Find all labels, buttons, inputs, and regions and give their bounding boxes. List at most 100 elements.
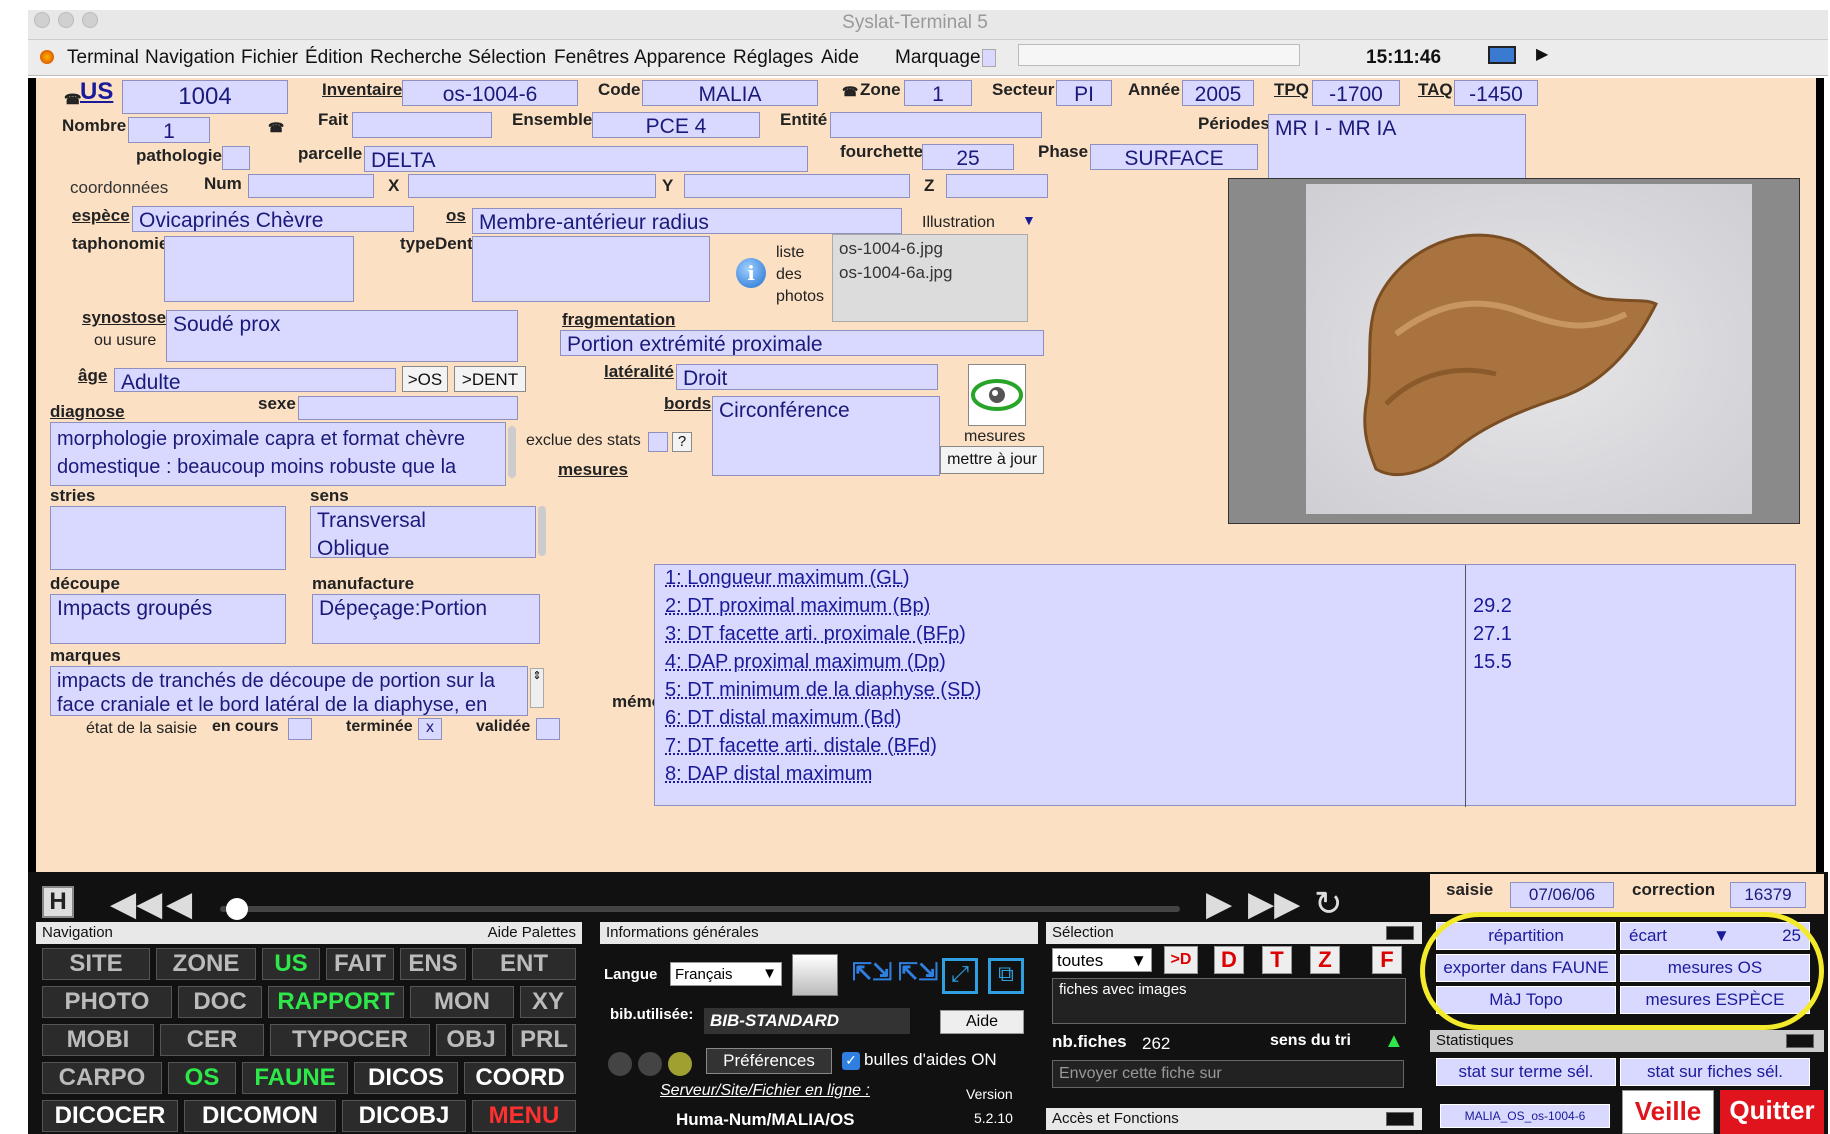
nav-typocer-button[interactable]: TYPOCER <box>270 1024 430 1056</box>
marques-stepper[interactable]: ⇕ <box>530 668 544 708</box>
secteur-field[interactable]: PI <box>1056 80 1112 106</box>
menu-navigation[interactable]: Navigation <box>145 47 235 69</box>
nav-carpo-button[interactable]: CARPO <box>42 1062 162 1094</box>
mesure-row[interactable]: 2: DT proximal maximum (Bp) <box>665 595 930 618</box>
to-os-button[interactable]: >OS <box>402 366 448 392</box>
saisie-date-field[interactable]: 07/06/06 <box>1510 882 1614 908</box>
tpq-field[interactable]: -1700 <box>1312 80 1400 106</box>
selection-mode-select[interactable]: toutes ▼ <box>1052 948 1152 972</box>
maximize-icon[interactable]: ⤢ <box>942 958 978 994</box>
manufacture-field[interactable]: Dépeçage:Portion <box>312 594 540 644</box>
nav-dicomon-button[interactable]: DICOMON <box>184 1100 336 1132</box>
nav-fait-button[interactable]: FAIT <box>326 948 394 980</box>
aide-button[interactable]: Aide <box>940 1010 1024 1034</box>
nav-dicocer-button[interactable]: DICOCER <box>42 1100 178 1132</box>
nav-prl-button[interactable]: PRL <box>512 1024 576 1056</box>
age-label[interactable]: âge <box>78 366 107 386</box>
nav-xy-button[interactable]: XY <box>520 986 576 1018</box>
correction-field[interactable]: 16379 <box>1730 882 1806 908</box>
inventaire-field[interactable]: os-1004-6 <box>402 80 578 106</box>
z-button[interactable]: Z <box>1310 946 1340 974</box>
photo-item[interactable]: os-1004-6.jpg <box>833 235 1027 263</box>
nav-dicos-button[interactable]: DICOS <box>354 1062 458 1094</box>
taphonomie-field[interactable] <box>164 236 354 302</box>
taq-label[interactable]: TAQ <box>1418 80 1453 100</box>
illustration-label[interactable]: Illustration <box>922 214 995 232</box>
exclue-help-button[interactable]: ? <box>672 432 692 452</box>
statistiques-collapse-icon[interactable] <box>1786 1034 1814 1048</box>
entite-field[interactable] <box>830 112 1042 138</box>
nav-mon-button[interactable]: MON <box>410 986 514 1018</box>
nav-site-button[interactable]: SITE <box>42 948 150 980</box>
periodes-field[interactable]: MR I - MR IA <box>1268 114 1526 180</box>
menu-marquage[interactable]: Marquage <box>895 47 981 69</box>
nav-os-button[interactable]: OS <box>168 1062 236 1094</box>
split-icon[interactable]: ⧉ <box>988 958 1024 994</box>
code-field[interactable]: MALIA <box>642 80 818 106</box>
nav-ens-button[interactable]: ENS <box>400 948 466 980</box>
menu-fichier[interactable]: Fichier <box>241 47 298 69</box>
mesure-row[interactable]: 1: Longueur maximum (GL) <box>665 567 910 590</box>
sexe-field[interactable] <box>298 396 518 420</box>
serveur-link[interactable]: Serveur/Site/Fichier en ligne : <box>660 1082 870 1100</box>
mesures-label[interactable]: mesures <box>558 460 628 480</box>
nav-obj-button[interactable]: OBJ <box>436 1024 506 1056</box>
espece-field[interactable]: Ovicaprinés Chèvre <box>132 206 414 232</box>
bulles-checkbox[interactable]: ✓ <box>842 1052 860 1070</box>
nav-us-button[interactable]: US <box>262 948 320 980</box>
menu-selection[interactable]: Sélection <box>468 47 546 69</box>
langue-select[interactable]: Français ▼ <box>670 962 782 986</box>
selection-collapse-icon[interactable] <box>1386 926 1414 940</box>
nav-ent-button[interactable]: ENT <box>472 948 576 980</box>
aide-palettes-link[interactable]: Aide Palettes <box>488 924 576 941</box>
next-record-icon[interactable]: ▶ <box>1206 884 1232 924</box>
en-cours-checkbox[interactable] <box>288 718 312 740</box>
fragmentation-field[interactable]: Portion extrémité proximale <box>560 330 1044 356</box>
typedent-field[interactable] <box>472 236 710 302</box>
envoyer-field[interactable]: Envoyer cette fiche sur <box>1052 1060 1404 1088</box>
photo-item[interactable]: os-1004-6a.jpg <box>833 263 1027 283</box>
nav-rapport-button[interactable]: RAPPORT <box>268 986 404 1018</box>
home-icon[interactable]: H <box>42 886 74 918</box>
menu-reglages[interactable]: Réglages <box>733 47 813 69</box>
espece-label[interactable]: espèce <box>72 206 130 226</box>
sens-item[interactable]: Oblique <box>317 535 529 557</box>
mesure-row[interactable]: 5: DT minimum de la diaphyse (SD) <box>665 679 981 702</box>
mesure-row[interactable]: 7: DT facette arti. distale (BFd) <box>665 735 937 758</box>
exclue-stats-checkbox[interactable] <box>648 432 668 452</box>
record-slider-thumb[interactable] <box>226 898 248 920</box>
info-icon[interactable]: i <box>736 258 766 288</box>
sort-up-icon[interactable]: ▲ <box>1384 1030 1404 1053</box>
tpq-label[interactable]: TPQ <box>1274 80 1309 100</box>
photo-list[interactable]: os-1004-6.jpg os-1004-6a.jpg <box>832 234 1028 322</box>
zone-field[interactable]: 1 <box>904 80 972 106</box>
marques-field[interactable]: impacts de tranchés de découpe de portio… <box>50 666 528 716</box>
d-button[interactable]: D <box>1214 946 1244 974</box>
inventaire-label[interactable]: Inventaire <box>322 80 402 100</box>
menu-aide[interactable]: Aide <box>821 47 859 69</box>
y-field[interactable] <box>684 174 910 198</box>
to-dent-button[interactable]: >DENT <box>454 366 526 392</box>
fait-field[interactable] <box>352 112 492 138</box>
stat-fiches-button[interactable]: stat sur fiches sél. <box>1620 1058 1810 1086</box>
synostose-label[interactable]: synostose <box>82 308 166 328</box>
age-field[interactable]: Adulte <box>114 368 396 392</box>
menu-edition[interactable]: Édition <box>305 47 363 69</box>
document-icon[interactable] <box>792 954 838 996</box>
mesure-row[interactable]: 8: DAP distal maximum <box>665 763 872 786</box>
pathologie-field[interactable] <box>222 146 250 170</box>
parcelle-field[interactable]: DELTA <box>364 146 808 172</box>
screen-icon[interactable] <box>1488 46 1516 64</box>
us-label[interactable]: US <box>80 78 113 106</box>
refresh-icon[interactable]: ↻ <box>1314 884 1343 924</box>
nav-dicobj-button[interactable]: DICOBJ <box>342 1100 466 1132</box>
nav-cer-button[interactable]: CER <box>160 1024 264 1056</box>
fragmentation-label[interactable]: fragmentation <box>562 310 675 330</box>
mettre-a-jour-button[interactable]: mettre à jour <box>940 446 1044 474</box>
menu-apparence[interactable]: Apparence <box>634 47 726 69</box>
acces-collapse-icon[interactable] <box>1386 1112 1414 1126</box>
menu-fenetres[interactable]: Fenêtres <box>554 47 629 69</box>
nav-doc-button[interactable]: DOC <box>178 986 262 1018</box>
mesure-value[interactable]: 15.5 <box>1473 651 1512 674</box>
mesure-value[interactable]: 29.2 <box>1473 595 1512 618</box>
